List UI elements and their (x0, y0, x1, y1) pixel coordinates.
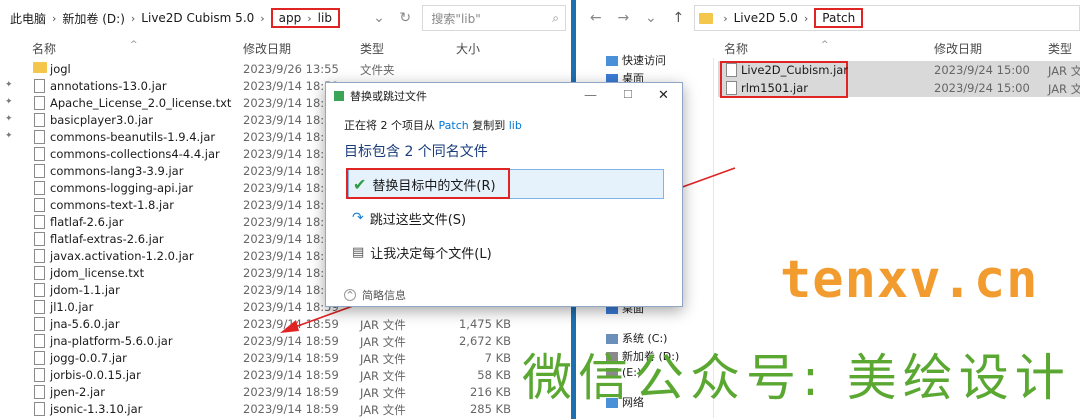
skip-option-button[interactable]: ↷ 跳过这些文件(S) (348, 203, 664, 233)
copy-icon (334, 91, 344, 101)
dialog-title: 替换或跳过文件 (350, 90, 427, 103)
skip-arrow-icon: ↷ (352, 210, 364, 226)
document-icon: ▤ (352, 244, 365, 260)
dialog-body: 正在将 2 个项目从 Patch 复制到 lib 目标包含 2 个同名文件 (326, 109, 682, 167)
minimize-icon[interactable]: — (584, 88, 597, 103)
details-label: 简略信息 (362, 289, 406, 302)
decide-label: 让我决定每个文件(L) (370, 246, 492, 262)
chevron-up-icon: ^ (344, 289, 356, 301)
details-toggle[interactable]: ^ 简略信息 (344, 287, 406, 303)
skip-label: 跳过这些文件(S) (369, 212, 467, 228)
dialog-titlebar: 替换或跳过文件 — ☐ ✕ (326, 83, 682, 109)
dialog-info: 正在将 2 个项目从 Patch 复制到 lib (344, 117, 664, 133)
replace-skip-dialog: 替换或跳过文件 — ☐ ✕ 正在将 2 个项目从 Patch 复制到 lib 目… (325, 82, 683, 307)
maximize-icon[interactable]: ☐ (623, 88, 633, 101)
dialog-heading: 目标包含 2 个同名文件 (344, 144, 488, 160)
info-source-link[interactable]: Patch (439, 119, 469, 132)
highlight-replace (346, 168, 510, 199)
decide-option-button[interactable]: ▤ 让我决定每个文件(L) (348, 237, 664, 267)
info-text: 复制到 (472, 119, 506, 132)
info-dest-link[interactable]: lib (509, 119, 522, 132)
info-text: 正在将 2 个项目从 (344, 119, 435, 132)
close-icon[interactable]: ✕ (658, 88, 669, 103)
